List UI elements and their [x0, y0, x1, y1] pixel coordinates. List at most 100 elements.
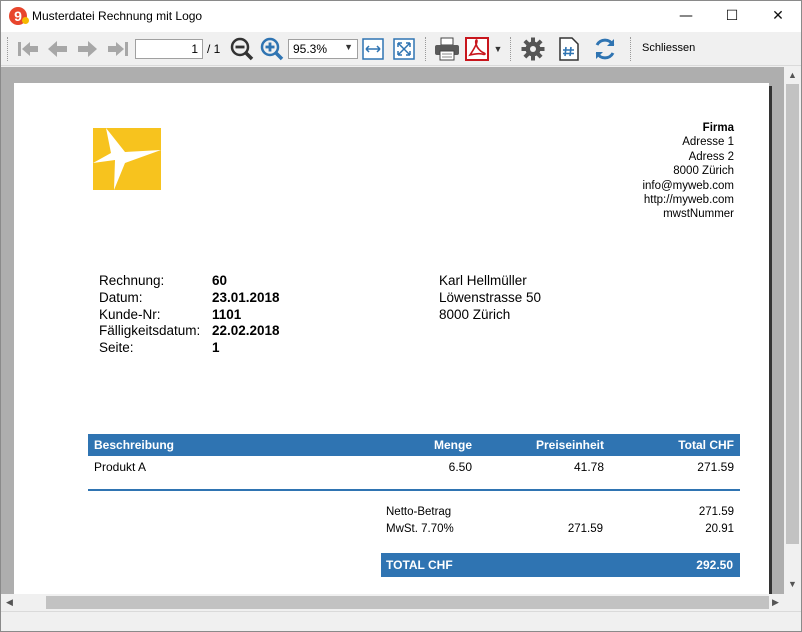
recipient-city: 8000 Zürich	[439, 306, 511, 322]
maximize-button[interactable]: ☐	[709, 1, 755, 32]
settings-icon	[521, 37, 545, 61]
close-window-button[interactable]: ✕	[755, 1, 801, 32]
app-window: 9 Musterdatei Rechnung mit Logo — ☐ ✕ / …	[0, 0, 802, 632]
caret-down-icon: ▼	[493, 44, 503, 54]
document-viewer[interactable]: Firma Adresse 1 Adress 2 8000 Zürich inf…	[1, 67, 801, 594]
meta-label: Seite:	[99, 340, 134, 356]
fit-width-icon	[362, 38, 384, 60]
meta-label: Rechnung:	[99, 273, 165, 288]
meta-label: Datum:	[99, 289, 143, 305]
company-logo	[93, 128, 161, 190]
zoom-value: 95.3%	[293, 42, 328, 56]
meta-label: Kunde-Nr:	[99, 306, 161, 322]
meta-value: 22.02.2018	[212, 323, 280, 339]
header-quantity: Menge	[368, 434, 478, 456]
toolbar-grip	[7, 37, 9, 61]
cell-description: Produkt A	[94, 460, 147, 474]
fit-page-icon	[393, 38, 415, 60]
totals-block: Netto-Betrag 271.59 MwSt. 7.70% 271.59 2…	[381, 506, 740, 540]
scroll-left-icon[interactable]: ◀	[1, 597, 18, 608]
sender-email: info@myweb.com	[642, 179, 734, 192]
vertical-scroll-thumb[interactable]	[786, 84, 799, 544]
first-page-button[interactable]	[15, 35, 41, 63]
pdf-export-dropdown[interactable]: ▼	[492, 35, 504, 63]
print-icon	[435, 37, 459, 61]
header-unit-price: Preiseinheit	[478, 434, 610, 456]
scroll-down-icon[interactable]: ▼	[784, 579, 801, 589]
vat-base-value: 271.59	[567, 523, 603, 535]
settings-button[interactable]	[519, 35, 547, 63]
sender-web: http://myweb.com	[643, 194, 734, 207]
refresh-button[interactable]	[591, 35, 619, 63]
cell-total: 271.59	[697, 460, 734, 474]
meta-row-invoice: Rechnung: 60	[99, 273, 280, 290]
sender-address2: Adress 2	[688, 150, 734, 163]
scroll-up-icon[interactable]: ▲	[784, 70, 801, 80]
cell-unit-price: 41.78	[573, 460, 604, 474]
zoom-out-button[interactable]	[229, 35, 255, 63]
page-number-input[interactable]	[135, 39, 203, 59]
meta-row-customer: Kunde-Nr: 1101	[99, 307, 280, 324]
grand-total-label: TOTAL CHF	[386, 558, 453, 572]
last-page-button[interactable]	[105, 35, 131, 63]
sender-address1: Adresse 1	[682, 136, 734, 149]
zoom-out-icon	[230, 37, 254, 61]
sender-address-block: Firma Adresse 1 Adress 2 8000 Zürich inf…	[642, 121, 734, 222]
zoom-in-icon	[260, 37, 284, 61]
page-total-label: / 1	[207, 42, 221, 56]
status-bar	[1, 611, 801, 631]
chevron-down-icon: ▼	[344, 42, 353, 52]
zoom-select[interactable]: 95.3% ▼	[288, 39, 358, 59]
sender-company: Firma	[702, 122, 734, 134]
recipient-name: Karl Hellmüller	[439, 273, 527, 288]
cell-quantity: 6.50	[448, 460, 472, 474]
net-amount-value: 271.59	[698, 506, 734, 518]
table-header-row: Beschreibung Menge Preiseinheit Total CH…	[88, 434, 740, 456]
next-page-button[interactable]	[75, 35, 101, 63]
next-page-icon	[78, 41, 97, 57]
meta-value: 23.01.2018	[212, 289, 280, 305]
meta-label: Fälligkeitsdatum:	[99, 323, 201, 339]
print-button[interactable]	[433, 35, 461, 63]
zoom-in-button[interactable]	[259, 35, 285, 63]
meta-row-page: Seite: 1	[99, 340, 280, 357]
toolbar-separator	[425, 37, 427, 61]
meta-value: 60	[212, 273, 228, 288]
refresh-icon	[595, 38, 615, 60]
line-items-table: Beschreibung Menge Preiseinheit Total CH…	[88, 434, 740, 478]
app-logo-icon: 9	[9, 7, 29, 25]
meta-value: 1101	[212, 306, 242, 322]
toolbar: / 1 95.3% ▼ ▼	[1, 32, 801, 66]
grand-total-value: 292.50	[696, 558, 733, 572]
last-page-icon	[108, 42, 128, 56]
toolbar-separator	[630, 37, 632, 61]
invoice-page: Firma Adresse 1 Adress 2 8000 Zürich inf…	[14, 83, 769, 594]
window-title: Musterdatei Rechnung mit Logo	[32, 9, 203, 23]
net-amount-row: Netto-Betrag 271.59	[381, 506, 740, 523]
fit-page-button[interactable]	[392, 35, 416, 63]
horizontal-scrollbar[interactable]: ◀ ▶	[1, 594, 784, 611]
scrollbar-corner	[784, 594, 801, 611]
meta-row-date: Datum: 23.01.2018	[99, 290, 280, 307]
recipient-address-block: Karl Hellmüller Löwenstrasse 50 8000 Zür…	[439, 273, 541, 323]
vat-value: 20.91	[705, 523, 734, 535]
header-total: Total CHF	[610, 434, 740, 456]
horizontal-scroll-thumb[interactable]	[46, 596, 769, 609]
vat-label: MwSt. 7.70%	[386, 523, 454, 535]
close-viewer-button[interactable]: Schliessen	[642, 42, 695, 54]
pdf-export-button[interactable]	[464, 35, 490, 63]
table-row: Produkt A 6.50 41.78 271.59	[88, 456, 740, 478]
fit-width-button[interactable]	[361, 35, 385, 63]
sender-city: 8000 Zürich	[673, 165, 734, 178]
scroll-right-icon[interactable]: ▶	[767, 597, 784, 608]
vat-row: MwSt. 7.70% 271.59 20.91	[381, 523, 740, 540]
previous-page-button[interactable]	[44, 35, 70, 63]
grand-total-bar: TOTAL CHF 292.50	[381, 553, 740, 577]
page-number-button[interactable]	[557, 35, 581, 63]
title-bar: 9 Musterdatei Rechnung mit Logo — ☐ ✕	[1, 1, 801, 32]
toolbar-separator	[510, 37, 512, 61]
first-page-icon	[18, 42, 38, 56]
minimize-button[interactable]: —	[663, 1, 709, 32]
page-number-icon	[559, 37, 579, 61]
vertical-scrollbar[interactable]: ▲ ▼	[784, 67, 801, 594]
